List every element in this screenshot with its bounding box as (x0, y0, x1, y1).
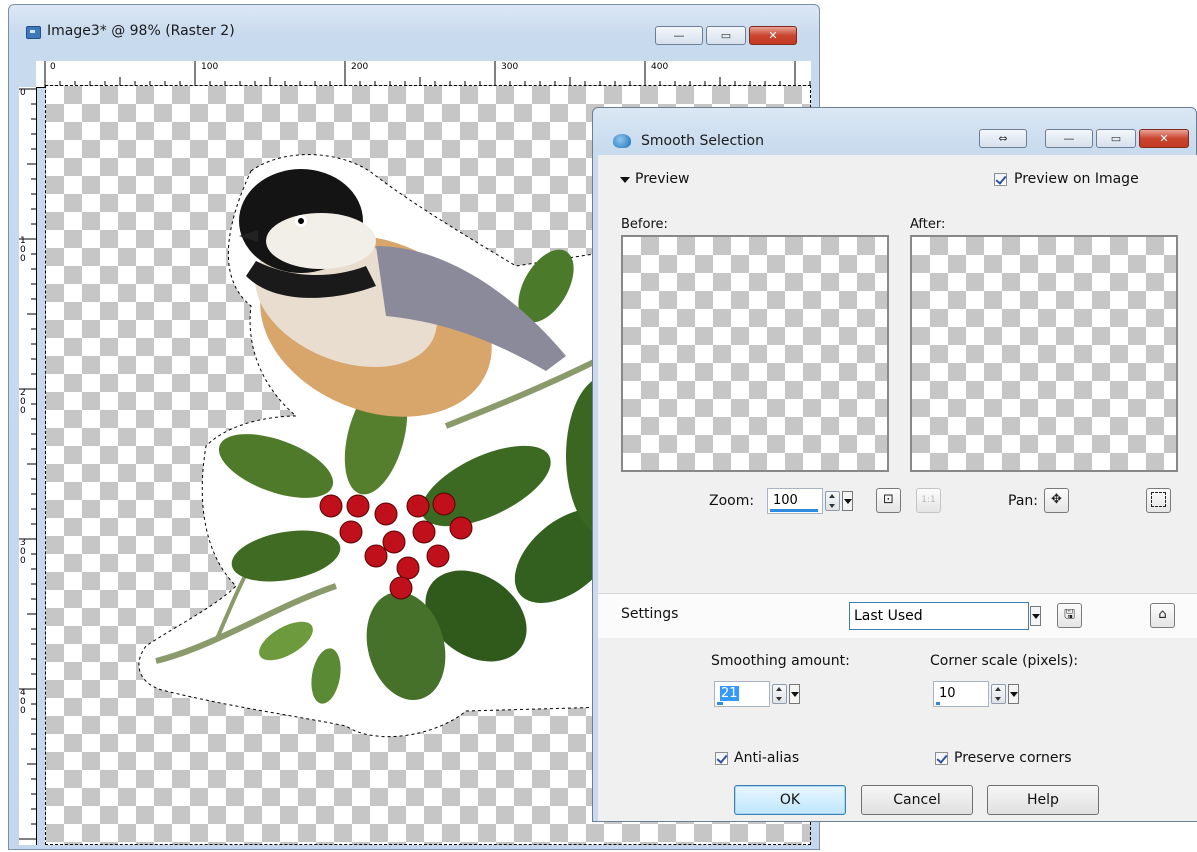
zoom-spinner[interactable] (825, 491, 840, 511)
after-label: After: (910, 217, 946, 232)
dialog-maximize-button[interactable]: ▭ (1096, 129, 1136, 148)
preview-on-image-checkbox[interactable] (994, 173, 1007, 186)
preset-combo[interactable]: Last Used (849, 602, 1029, 630)
save-preset-icon: 🖫 (1063, 607, 1076, 622)
smoothing-amount-spinner[interactable] (772, 684, 787, 704)
minimize-button[interactable]: — (655, 26, 703, 45)
preset-value: Last Used (854, 608, 923, 624)
preview-section-label[interactable]: Preview (635, 171, 690, 187)
ok-button[interactable]: OK (734, 785, 846, 815)
save-preset-button[interactable]: 🖫 (1057, 603, 1082, 628)
cancel-button[interactable]: Cancel (861, 785, 973, 815)
document-title: Image3* @ 98% (Raster 2) (47, 23, 235, 39)
document-title-bar[interactable]: Image3* @ 98% (Raster 2) — ▭ ✕ (9, 5, 819, 47)
settings-bar: Settings Last Used 🖫 ⌂ (598, 593, 1197, 639)
before-label: Before: (621, 217, 668, 232)
ruler-label: 100 (20, 236, 26, 264)
reset-button[interactable]: ⌂ (1150, 603, 1175, 628)
dialog-title: Smooth Selection (641, 133, 764, 149)
anti-alias-label: Anti-alias (734, 750, 800, 766)
swap-button[interactable]: ⇔ (979, 129, 1027, 148)
vertical-ruler: 0 100 200 300 400 (19, 87, 37, 845)
horizontal-ruler: 0 100 200 300 400 (36, 61, 811, 88)
preserve-corners-checkbox[interactable] (935, 752, 948, 765)
collapse-triangle-icon[interactable] (620, 177, 630, 183)
pan-button[interactable]: ✥ (1044, 488, 1069, 513)
dialog-title-bar[interactable]: Smooth Selection ⇔ — ▭ ✕ (593, 108, 1196, 154)
dialog-minimize-button[interactable]: — (1045, 129, 1093, 148)
smoothing-amount-input[interactable]: 21 (714, 681, 770, 707)
zoom-fit-button[interactable]: ⊡ (876, 488, 901, 513)
anti-alias-checkbox[interactable] (715, 752, 728, 765)
zoom-dropdown[interactable] (842, 491, 853, 511)
smoothing-amount-label: Smoothing amount: (711, 653, 850, 669)
ruler-label: 0 (50, 62, 56, 72)
corner-scale-spinner[interactable] (991, 684, 1006, 704)
ruler-label: 0 (20, 88, 26, 98)
marquee-button[interactable] (1146, 488, 1171, 513)
reset-icon: ⌂ (1158, 607, 1167, 622)
smooth-selection-dialog: Smooth Selection ⇔ — ▭ ✕ Preview Preview… (592, 107, 1197, 822)
ruler-label: 400 (20, 688, 26, 716)
help-button[interactable]: Help (987, 785, 1099, 815)
settings-label: Settings (621, 606, 679, 622)
pan-label: Pan: (1008, 493, 1038, 509)
ruler-label: 200 (20, 388, 26, 416)
zoom-fit-icon: ⊡ (883, 492, 894, 507)
preview-section: Preview Preview on Image Before: After: … (598, 155, 1197, 593)
before-preview[interactable] (621, 235, 889, 472)
preserve-corners-label: Preserve corners (954, 750, 1072, 766)
corner-scale-label: Corner scale (pixels): (930, 653, 1079, 669)
zoom-input[interactable]: 100 (767, 488, 823, 514)
smoothing-amount-dropdown[interactable] (789, 684, 800, 704)
ruler-label: 200 (351, 62, 369, 72)
ruler-label: 300 (20, 538, 26, 566)
pan-icon: ✥ (1051, 492, 1062, 507)
zoom-label: Zoom: (709, 493, 755, 509)
corner-scale-input[interactable]: 10 (933, 681, 989, 707)
after-preview[interactable] (910, 235, 1178, 472)
parameters-section: Smoothing amount: 21 Corner scale (pixel… (598, 638, 1197, 821)
preview-on-image-label: Preview on Image (1014, 171, 1139, 187)
maximize-button[interactable]: ▭ (706, 26, 746, 45)
dialog-body: Preview Preview on Image Before: After: … (598, 155, 1197, 821)
marquee-icon (1151, 492, 1166, 507)
ruler-label: 100 (201, 62, 219, 72)
smooth-selection-icon (613, 134, 631, 148)
ruler-label: 300 (501, 62, 519, 72)
close-button[interactable]: ✕ (749, 26, 797, 45)
swap-icon: ⇔ (998, 132, 1008, 145)
smoothing-amount-value: 21 (720, 686, 739, 701)
dialog-close-button[interactable]: ✕ (1139, 129, 1189, 148)
ruler-label: 400 (651, 62, 669, 72)
preset-dropdown[interactable] (1030, 606, 1041, 626)
zoom-value: 100 (773, 493, 798, 508)
corner-scale-value: 10 (939, 686, 956, 701)
app-document-icon (26, 26, 41, 39)
zoom-1to1-button[interactable]: 1:1 (916, 488, 941, 513)
corner-scale-dropdown[interactable] (1008, 684, 1019, 704)
zoom-1to1-icon: 1:1 (921, 495, 936, 505)
